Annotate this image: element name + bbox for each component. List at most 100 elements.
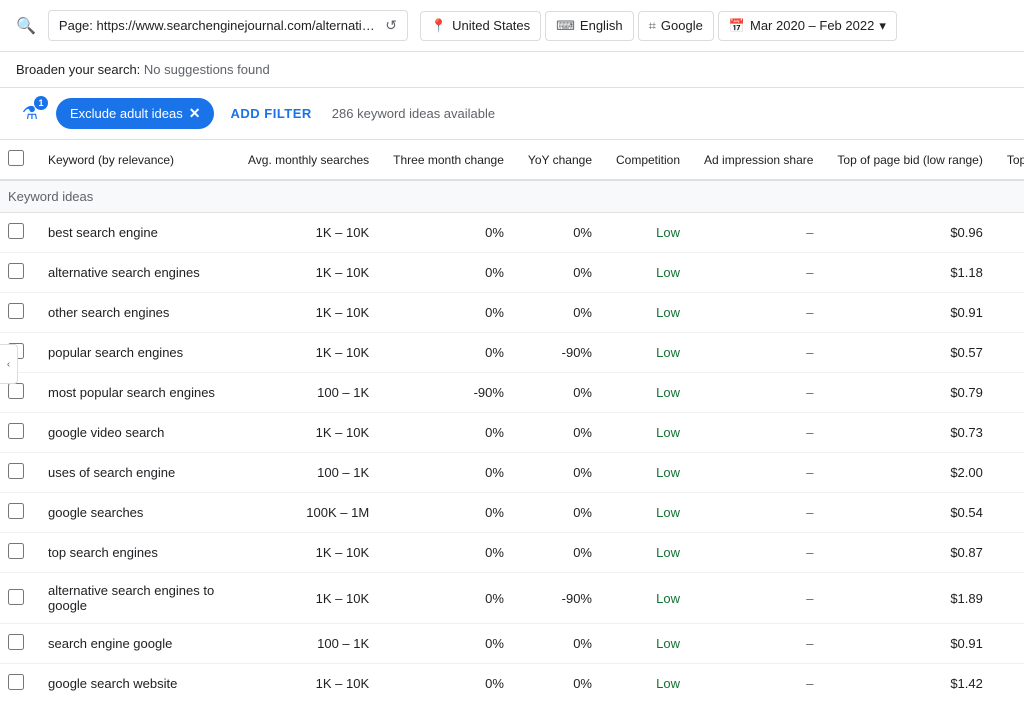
row-checkbox-cell-7[interactable] xyxy=(0,493,36,533)
row-checkbox-2[interactable] xyxy=(8,303,24,319)
competition-cell-2: Low xyxy=(604,293,692,333)
bid-high-cell-7: $2.50 xyxy=(995,493,1024,533)
broaden-bar: Broaden your search: No suggestions foun… xyxy=(0,52,1024,88)
three-month-change-header: Three month change xyxy=(381,140,516,180)
bid-high-cell-1: $3.66 xyxy=(995,253,1024,293)
bid-low-cell-9: $1.89 xyxy=(825,573,994,624)
three-month-cell-1: 0% xyxy=(381,253,516,293)
keyword-cell-10: search engine google xyxy=(36,624,236,664)
row-checkbox-cell-11[interactable] xyxy=(0,664,36,701)
row-checkbox-1[interactable] xyxy=(8,263,24,279)
bid-high-cell-4: $3.10 xyxy=(995,373,1024,413)
row-checkbox-7[interactable] xyxy=(8,503,24,519)
three-month-cell-9: 0% xyxy=(381,573,516,624)
ad-share-cell-3: – xyxy=(692,333,825,373)
competition-cell-1: Low xyxy=(604,253,692,293)
table-row: most popular search engines 100 – 1K -90… xyxy=(0,373,1024,413)
chevron-down-icon: ▾ xyxy=(879,18,886,34)
row-checkbox-6[interactable] xyxy=(8,463,24,479)
search-engine-icon: ⌗ xyxy=(649,18,656,34)
ad-share-cell-0: – xyxy=(692,213,825,253)
yoy-change-header: YoY change xyxy=(516,140,604,180)
avg-searches-cell-7: 100K – 1M xyxy=(236,493,381,533)
yoy-cell-4: 0% xyxy=(516,373,604,413)
exclude-adult-ideas-button[interactable]: Exclude adult ideas ✕ xyxy=(56,98,214,129)
keyword-cell-6: uses of search engine xyxy=(36,453,236,493)
competition-cell-3: Low xyxy=(604,333,692,373)
ad-share-cell-7: – xyxy=(692,493,825,533)
bid-low-cell-3: $0.57 xyxy=(825,333,994,373)
three-month-cell-7: 0% xyxy=(381,493,516,533)
table-row: google searches 100K – 1M 0% 0% Low – $0… xyxy=(0,493,1024,533)
table-row: search engine google 100 – 1K 0% 0% Low … xyxy=(0,624,1024,664)
search-icon: 🔍 xyxy=(16,16,36,36)
add-filter-button[interactable]: ADD FILTER xyxy=(226,100,315,127)
row-checkbox-cell-6[interactable] xyxy=(0,453,36,493)
exclude-btn-label: Exclude adult ideas xyxy=(70,106,183,121)
bid-low-cell-4: $0.79 xyxy=(825,373,994,413)
yoy-cell-1: 0% xyxy=(516,253,604,293)
row-checkbox-0[interactable] xyxy=(8,223,24,239)
table-header-row: Keyword (by relevance) Avg. monthly sear… xyxy=(0,140,1024,180)
competition-cell-8: Low xyxy=(604,533,692,573)
three-month-cell-0: 0% xyxy=(381,213,516,253)
competition-cell-10: Low xyxy=(604,624,692,664)
row-checkbox-4[interactable] xyxy=(8,383,24,399)
competition-header: Competition xyxy=(604,140,692,180)
left-collapse-button[interactable]: ‹ xyxy=(0,344,18,384)
row-checkbox-cell-10[interactable] xyxy=(0,624,36,664)
language-filter[interactable]: ⌨ English xyxy=(545,11,633,41)
close-icon: ✕ xyxy=(189,105,201,122)
location-filter[interactable]: 📍 United States xyxy=(420,11,541,41)
row-checkbox-11[interactable] xyxy=(8,674,24,690)
row-checkbox-cell-9[interactable] xyxy=(0,573,36,624)
table-row: alternative search engines to google 1K … xyxy=(0,573,1024,624)
competition-cell-9: Low xyxy=(604,573,692,624)
table-row: popular search engines 1K – 10K 0% -90% … xyxy=(0,333,1024,373)
url-input-wrap[interactable]: Page: https://www.searchenginejournal.co… xyxy=(48,10,408,41)
bid-high-cell-0: $2.95 xyxy=(995,213,1024,253)
yoy-cell-3: -90% xyxy=(516,333,604,373)
row-checkbox-9[interactable] xyxy=(8,589,24,605)
three-month-cell-11: 0% xyxy=(381,664,516,701)
keyword-table: Keyword (by relevance) Avg. monthly sear… xyxy=(0,140,1024,700)
refresh-icon[interactable]: ↺ xyxy=(385,17,397,34)
competition-cell-7: Low xyxy=(604,493,692,533)
keyword-cell-4: most popular search engines xyxy=(36,373,236,413)
bid-low-cell-5: $0.73 xyxy=(825,413,994,453)
yoy-cell-6: 0% xyxy=(516,453,604,493)
keyword-cell-9: alternative search engines to google xyxy=(36,573,236,624)
row-checkbox-cell-2[interactable] xyxy=(0,293,36,333)
three-month-cell-10: 0% xyxy=(381,624,516,664)
row-checkbox-cell-5[interactable] xyxy=(0,413,36,453)
date-range-filter[interactable]: 📅 Mar 2020 – Feb 2022 ▾ xyxy=(718,11,897,41)
ad-share-cell-2: – xyxy=(692,293,825,333)
row-checkbox-cell-1[interactable] xyxy=(0,253,36,293)
keyword-table-wrap[interactable]: Keyword (by relevance) Avg. monthly sear… xyxy=(0,140,1024,700)
chevron-left-icon: ‹ xyxy=(7,359,10,370)
top-bar-filters: 📍 United States ⌨ English ⌗ Google 📅 Mar… xyxy=(420,11,897,41)
ad-share-cell-8: – xyxy=(692,533,825,573)
row-checkbox-10[interactable] xyxy=(8,634,24,650)
top-bar: 🔍 Page: https://www.searchenginejournal.… xyxy=(0,0,1024,52)
row-checkbox-cell-0[interactable] xyxy=(0,213,36,253)
table-row: top search engines 1K – 10K 0% 0% Low – … xyxy=(0,533,1024,573)
bid-low-cell-11: $1.42 xyxy=(825,664,994,701)
toolbar: ⚗ 1 Exclude adult ideas ✕ ADD FILTER 286… xyxy=(0,88,1024,140)
row-checkbox-cell-8[interactable] xyxy=(0,533,36,573)
ad-share-cell-4: – xyxy=(692,373,825,413)
select-all-checkbox[interactable] xyxy=(8,150,24,166)
section-header-row: Keyword ideas xyxy=(0,180,1024,213)
yoy-cell-11: 0% xyxy=(516,664,604,701)
avg-searches-cell-1: 1K – 10K xyxy=(236,253,381,293)
three-month-cell-5: 0% xyxy=(381,413,516,453)
row-checkbox-5[interactable] xyxy=(8,423,24,439)
search-engine-filter[interactable]: ⌗ Google xyxy=(638,11,714,41)
keyword-column-header: Keyword (by relevance) xyxy=(36,140,236,180)
avg-searches-cell-9: 1K – 10K xyxy=(236,573,381,624)
keyword-cell-0: best search engine xyxy=(36,213,236,253)
add-filter-label: ADD FILTER xyxy=(230,106,311,121)
yoy-cell-7: 0% xyxy=(516,493,604,533)
row-checkbox-8[interactable] xyxy=(8,543,24,559)
avg-searches-cell-4: 100 – 1K xyxy=(236,373,381,413)
